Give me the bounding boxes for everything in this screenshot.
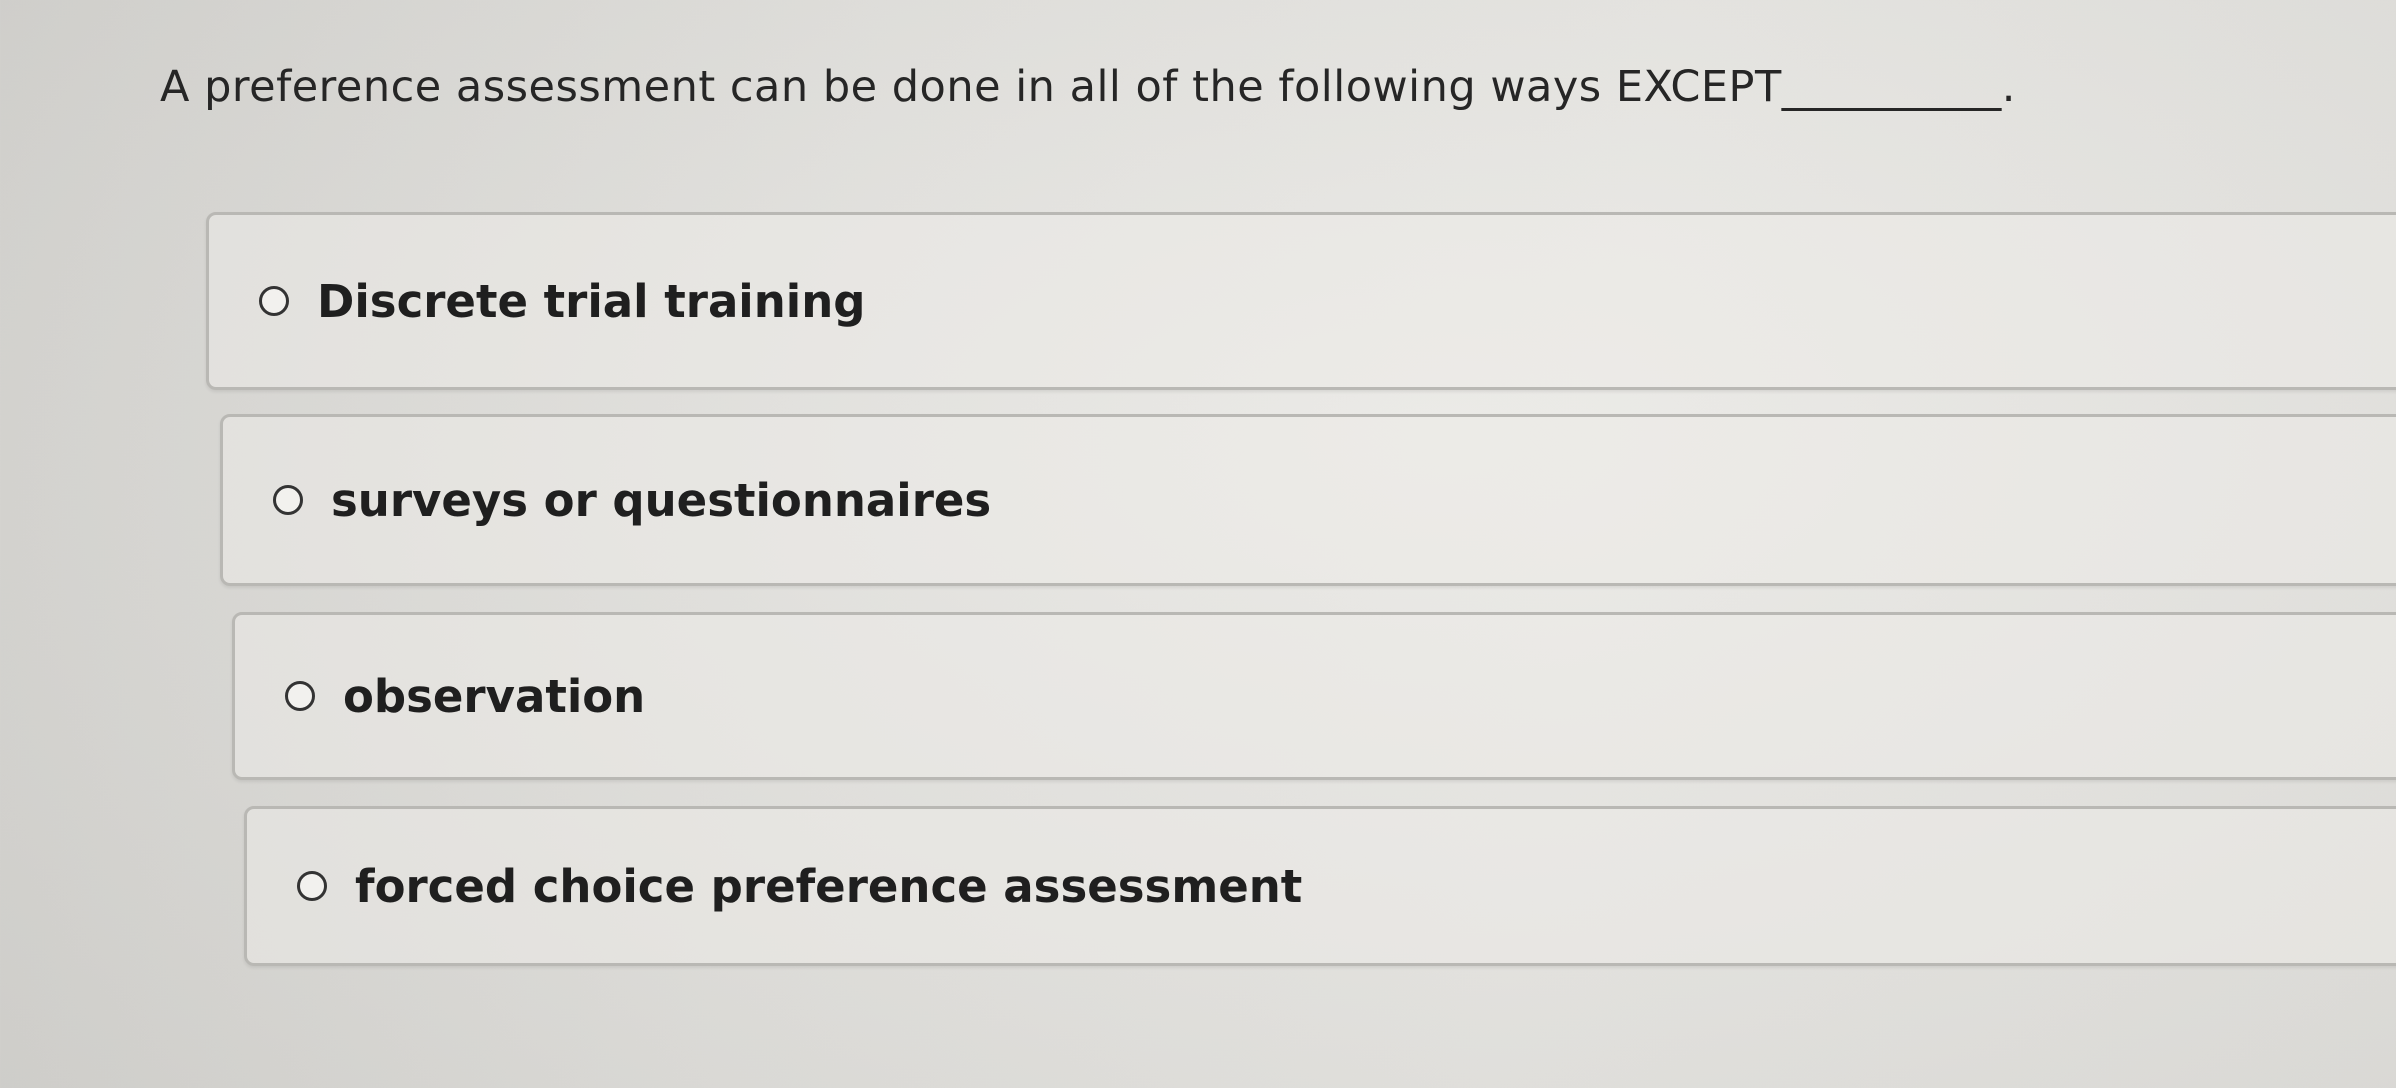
answer-option-label: forced choice preference assessment: [355, 859, 1303, 913]
answer-option-label: Discrete trial training: [317, 274, 866, 328]
answer-option-discrete-trial-training[interactable]: Discrete trial training: [206, 212, 2396, 390]
answer-option-label: surveys or questionnaires: [331, 473, 992, 527]
radio-button-icon[interactable]: [285, 681, 315, 711]
answer-option-observation[interactable]: observation: [232, 612, 2396, 780]
question-text: A preference assessment can be done in a…: [160, 62, 2016, 112]
radio-button-icon[interactable]: [297, 871, 327, 901]
answer-option-surveys-or-questionnaires[interactable]: surveys or questionnaires: [220, 414, 2396, 586]
answer-option-label: observation: [343, 669, 646, 723]
radio-button-icon[interactable]: [259, 286, 289, 316]
answer-option-forced-choice[interactable]: forced choice preference assessment: [244, 806, 2396, 966]
radio-button-icon[interactable]: [273, 485, 303, 515]
